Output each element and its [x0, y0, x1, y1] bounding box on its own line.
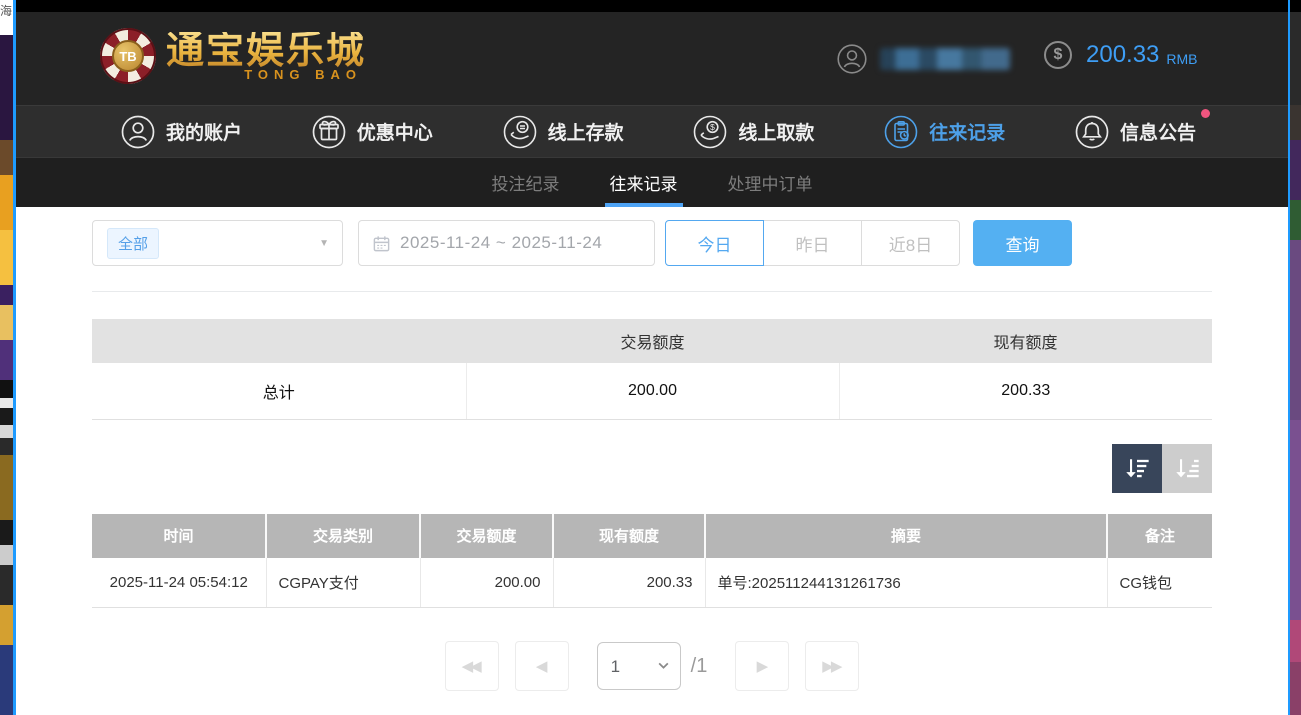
quick-yesterday-button[interactable]: 昨日 — [763, 220, 862, 266]
gift-icon — [311, 114, 347, 150]
summary-header-balance: 现有额度 — [839, 319, 1212, 363]
records-table: 时间 交易类别 交易额度 现有额度 摘要 备注 2025-11-24 05:54… — [92, 514, 1212, 609]
prev-page-button[interactable]: ◀ — [515, 641, 569, 691]
summary-total-label: 总计 — [92, 363, 466, 419]
nav-item-transaction-records[interactable]: 往来记录 — [883, 114, 1005, 150]
username-redacted — [880, 48, 1010, 70]
cell-trade-amount: 200.00 — [420, 558, 553, 608]
tab-betting-records[interactable]: 投注纪录 — [489, 158, 563, 207]
col-trade-amount: 交易额度 — [420, 514, 553, 558]
record-tabbar: 投注纪录 往来记录 处理中订单 — [16, 157, 1288, 207]
user-account-area[interactable] — [836, 43, 1010, 75]
background-page-left-sliver: 海 — [0, 0, 13, 715]
page-total: /1 — [691, 655, 708, 678]
main-panel: TB 通宝娱乐城 TONG BAO $ 200.33 RMB — [16, 0, 1288, 715]
calendar-icon — [372, 234, 391, 253]
background-page-right-sliver — [1290, 0, 1301, 715]
cell-time: 2025-11-24 05:54:12 — [92, 558, 266, 608]
user-avatar-icon — [836, 43, 868, 75]
summary-total-trade: 200.00 — [466, 363, 839, 419]
page-select[interactable]: 1 — [597, 642, 681, 690]
withdraw-hand-dollar-icon: $ — [692, 114, 728, 150]
filter-row: 全部 ▼ 2025-11-24 ~ 2025-11-24 今日 昨日 近8日 查… — [92, 220, 1212, 266]
quick-date-group: 今日 昨日 近8日 — [665, 220, 960, 266]
summary-header-trade: 交易额度 — [466, 319, 839, 363]
next-page-button[interactable]: ▶ — [735, 641, 789, 691]
pagination: ◀◀ ◀ 1 /1 ▶ ▶▶ — [16, 641, 1288, 691]
sort-ascending-button[interactable] — [1162, 444, 1212, 493]
table-row: 2025-11-24 05:54:12 CGPAY支付 200.00 200.3… — [92, 558, 1212, 608]
records-header-row: 时间 交易类别 交易额度 现有额度 摘要 备注 — [92, 514, 1212, 558]
col-summary: 摘要 — [705, 514, 1107, 558]
cell-balance: 200.33 — [553, 558, 705, 608]
col-time: 时间 — [92, 514, 266, 558]
notification-badge — [1201, 109, 1210, 118]
left-arrow-icon: ◀ — [536, 657, 545, 675]
chip-monogram: TB — [112, 40, 144, 72]
col-type: 交易类别 — [266, 514, 420, 558]
top-black-strip — [16, 0, 1288, 12]
summary-table: 交易额度 现有额度 总计 200.00 200.33 — [92, 319, 1212, 420]
date-range-input[interactable]: 2025-11-24 ~ 2025-11-24 — [358, 220, 655, 266]
summary-total-balance: 200.33 — [839, 363, 1212, 419]
nav-item-announcements[interactable]: 信息公告 — [1074, 114, 1196, 150]
cell-type: CGPAY支付 — [266, 558, 420, 608]
type-selected-chip: 全部 — [107, 228, 159, 259]
user-icon — [120, 114, 156, 150]
col-remark: 备注 — [1107, 514, 1212, 558]
nav-item-promotions[interactable]: 优惠中心 — [311, 114, 433, 150]
double-right-arrow-icon: ▶▶ — [822, 657, 839, 675]
brand-logo[interactable]: TB 通宝娱乐城 TONG BAO — [100, 28, 366, 84]
last-page-button[interactable]: ▶▶ — [805, 641, 859, 691]
background-partial-text: 海 — [0, 2, 13, 19]
bell-icon — [1074, 114, 1110, 150]
balance-currency: RMB — [1166, 44, 1197, 67]
balance-area[interactable]: $ 200.33 RMB — [1044, 41, 1198, 69]
col-balance: 现有额度 — [553, 514, 705, 558]
search-button[interactable]: 查询 — [973, 220, 1072, 266]
nav-item-my-account[interactable]: 我的账户 — [120, 114, 242, 150]
sort-controls — [92, 444, 1212, 493]
right-arrow-icon: ▶ — [757, 657, 766, 675]
nav-item-withdraw[interactable]: $ 线上取款 — [692, 114, 814, 150]
balance-amount: 200.33 — [1086, 41, 1159, 69]
summary-total-row: 总计 200.00 200.33 — [92, 363, 1212, 419]
tab-transaction-records[interactable]: 往来记录 — [607, 158, 681, 207]
brand-name-en: TONG BAO — [244, 68, 362, 81]
quick-today-button[interactable]: 今日 — [665, 220, 764, 266]
sort-descending-button[interactable] — [1112, 444, 1162, 493]
brand-name: 通宝娱乐城 TONG BAO — [166, 32, 366, 81]
svg-text:$: $ — [711, 122, 716, 132]
chevron-down-icon: ▼ — [319, 238, 329, 249]
main-nav: 我的账户 优惠中心 线上存款 — [16, 105, 1288, 157]
cell-remark: CG钱包 — [1107, 558, 1212, 608]
page-select-wrap: 1 — [597, 642, 681, 690]
cell-summary: 单号:202511244131261736 — [705, 558, 1107, 608]
dollar-coin-icon: $ — [1044, 41, 1072, 69]
records-content: 全部 ▼ 2025-11-24 ~ 2025-11-24 今日 昨日 近8日 查… — [16, 220, 1288, 691]
nav-item-deposit[interactable]: 线上存款 — [502, 114, 624, 150]
records-clipboard-icon — [883, 114, 919, 150]
type-select[interactable]: 全部 ▼ — [92, 220, 343, 266]
date-range-value: 2025-11-24 ~ 2025-11-24 — [400, 233, 602, 253]
section-divider — [92, 291, 1212, 292]
quick-8days-button[interactable]: 近8日 — [861, 220, 960, 266]
brand-name-cn: 通宝娱乐城 — [166, 32, 366, 70]
casino-chip-icon: TB — [100, 28, 156, 84]
double-left-arrow-icon: ◀◀ — [462, 657, 479, 675]
summary-header-empty — [92, 319, 466, 363]
site-header: TB 通宝娱乐城 TONG BAO $ 200.33 RMB — [16, 12, 1288, 105]
deposit-hand-coin-icon — [502, 114, 538, 150]
tab-pending-orders[interactable]: 处理中订单 — [725, 158, 816, 207]
first-page-button[interactable]: ◀◀ — [445, 641, 499, 691]
